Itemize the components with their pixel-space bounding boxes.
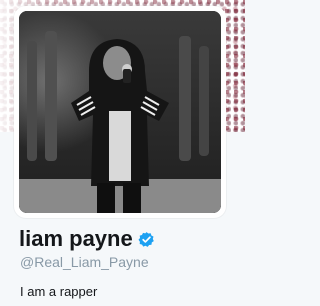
- profile-card: liam payne @Real_Liam_Payne I am a rappe…: [0, 0, 245, 306]
- profile-handle[interactable]: @Real_Liam_Payne: [20, 254, 149, 270]
- avatar-photo: [19, 11, 221, 213]
- avatar[interactable]: [19, 11, 221, 213]
- profile-name[interactable]: liam payne: [19, 226, 133, 252]
- name-row: liam payne: [19, 226, 155, 252]
- profile-bio: I am a rapper: [20, 284, 98, 299]
- verified-badge-icon: [138, 231, 154, 247]
- avatar-frame[interactable]: [14, 6, 226, 218]
